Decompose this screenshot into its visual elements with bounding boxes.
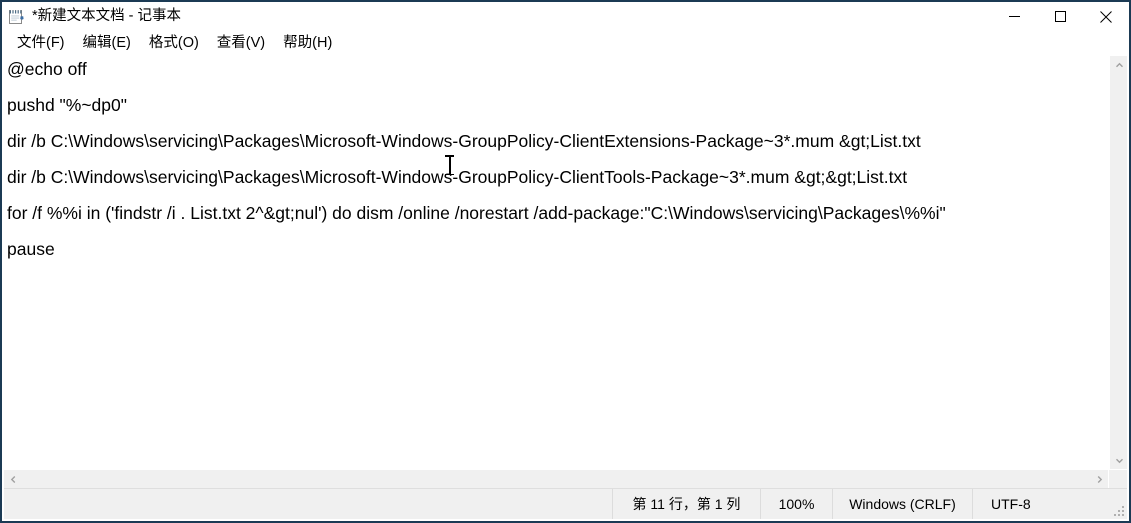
- text-line: pause: [7, 239, 55, 259]
- vertical-scrollbar[interactable]: [1109, 56, 1127, 469]
- text-line: dir /b C:\Windows\servicing\Packages\Mic…: [7, 131, 921, 151]
- chevron-left-icon[interactable]: [4, 470, 22, 488]
- text-editor[interactable]: @echo off pushd "%~dp0" dir /b C:\Window…: [4, 56, 1108, 469]
- menu-item-file[interactable]: 文件(F): [8, 34, 74, 54]
- close-button[interactable]: [1083, 2, 1129, 31]
- close-icon: [1100, 10, 1112, 23]
- window-title: *新建文本文档 - 记事本: [32, 8, 182, 25]
- text-line: pushd "%~dp0": [7, 95, 127, 115]
- text-line: @echo off: [7, 59, 87, 79]
- vertical-scrollbar-track[interactable]: [1110, 74, 1127, 451]
- title-bar[interactable]: *新建文本文档 - 记事本: [2, 2, 1129, 31]
- text-line: dir /b C:\Windows\servicing\Packages\Mic…: [7, 167, 908, 187]
- maximize-button[interactable]: [1037, 2, 1083, 31]
- status-line-ending: Windows (CRLF): [832, 489, 972, 519]
- status-cursor-position: 第 11 行，第 1 列: [612, 489, 760, 519]
- maximize-icon: [1054, 11, 1066, 22]
- horizontal-scrollbar-track[interactable]: [22, 470, 1090, 488]
- chevron-up-icon[interactable]: [1110, 56, 1128, 74]
- status-zoom-level[interactable]: 100%: [760, 489, 832, 519]
- menu-item-view[interactable]: 查看(V): [208, 34, 274, 54]
- menu-item-format[interactable]: 格式(O): [140, 34, 208, 54]
- menu-bar: 文件(F) 编辑(E) 格式(O) 查看(V) 帮助(H): [2, 31, 1129, 56]
- window-controls: [991, 2, 1129, 31]
- editor-area: @echo off pushd "%~dp0" dir /b C:\Window…: [4, 56, 1127, 488]
- status-bar: 第 11 行，第 1 列 100% Windows (CRLF) UTF-8: [4, 488, 1127, 519]
- text-line: for /f %%i in ('findstr /i . List.txt 2^…: [7, 203, 946, 223]
- scrollbar-corner: [1109, 470, 1127, 488]
- menu-item-help[interactable]: 帮助(H): [274, 34, 341, 54]
- notepad-icon: [8, 8, 25, 25]
- minimize-button[interactable]: [991, 2, 1037, 31]
- menu-item-edit[interactable]: 编辑(E): [74, 34, 140, 54]
- notepad-window: *新建文本文档 - 记事本 文件(F) 编辑(E) 格式(O) 查看(V) 帮助…: [0, 0, 1131, 523]
- resize-grip-icon[interactable]: [1112, 504, 1124, 516]
- status-encoding: UTF-8: [972, 489, 1112, 519]
- chevron-down-icon[interactable]: [1110, 451, 1128, 469]
- chevron-right-icon[interactable]: [1090, 470, 1108, 488]
- minimize-icon: [1008, 16, 1020, 17]
- horizontal-scrollbar[interactable]: [4, 470, 1108, 488]
